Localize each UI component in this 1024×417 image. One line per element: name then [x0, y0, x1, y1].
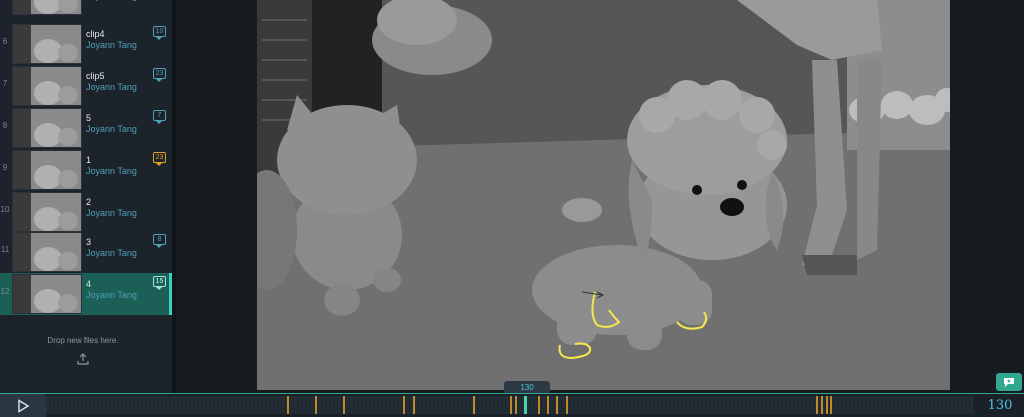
clip-number: 10 — [0, 205, 10, 214]
scene-render — [257, 0, 950, 390]
clip-number: 11 — [0, 245, 10, 254]
comment-count-badge[interactable]: 23 — [153, 68, 166, 82]
comment-count-badge[interactable]: 10 — [153, 26, 166, 40]
comment-marker[interactable] — [821, 396, 823, 414]
playhead[interactable] — [524, 396, 527, 414]
clip-author: Joyann Tang — [86, 208, 137, 218]
comment-marker[interactable] — [515, 396, 517, 414]
clip-thumbnail[interactable] — [12, 192, 82, 232]
clip-author: Joyann Tang — [86, 166, 137, 176]
clip-number: 9 — [2, 163, 8, 172]
play-button[interactable] — [0, 394, 46, 417]
clip-thumbnail[interactable] — [12, 108, 82, 148]
comment-marker[interactable] — [510, 396, 512, 414]
clip-item[interactable]: 7 clip5 Joyann Tang 23 — [0, 65, 172, 107]
comment-marker[interactable] — [473, 396, 475, 414]
clip-item[interactable]: 10 2 Joyann Tang — [0, 191, 172, 233]
upload-icon[interactable] — [77, 353, 89, 365]
timeline-scrubber[interactable] — [46, 396, 974, 414]
clip-author: Joyann Tang — [86, 40, 137, 50]
clip-author: Joyann Tang — [86, 248, 137, 258]
comment-plus-icon — [1004, 377, 1014, 387]
clip-thumbnail[interactable] — [12, 66, 82, 106]
comment-count-badge[interactable]: 8 — [153, 234, 166, 248]
clip-number: 6 — [2, 37, 8, 46]
clip-thumbnail[interactable] — [12, 274, 82, 314]
clip-author: Joyann Tang — [86, 290, 137, 300]
add-comment-button[interactable] — [996, 373, 1022, 391]
clip-thumbnail[interactable] — [12, 150, 82, 190]
frame-counter: 130 — [987, 398, 1013, 413]
clip-thumbnail[interactable] — [12, 0, 82, 15]
clip-thumbnail[interactable] — [12, 232, 82, 272]
comment-count-badge[interactable]: 7 — [153, 110, 166, 124]
clip-number: 7 — [2, 79, 8, 88]
comment-marker[interactable] — [403, 396, 405, 414]
playback-bar: 130 — [0, 393, 1024, 417]
comment-marker[interactable] — [547, 396, 549, 414]
comment-marker[interactable] — [816, 396, 818, 414]
comment-marker[interactable] — [287, 396, 289, 414]
clip-number: 8 — [2, 121, 8, 130]
comment-marker[interactable] — [315, 396, 317, 414]
clip-author: Joyann Tang — [86, 124, 137, 134]
clip-sidebar: Drop new files here. 5Joyann Tang6clip4J… — [0, 0, 172, 393]
clip-item[interactable]: 8 5 Joyann Tang 7 — [0, 107, 172, 149]
play-icon — [18, 398, 30, 413]
clip-title: 2 — [86, 197, 92, 207]
clip-title: 5 — [86, 113, 92, 123]
clip-author: Joyann Tang — [86, 82, 137, 92]
comment-marker[interactable] — [826, 396, 828, 414]
clip-title: 1 — [86, 155, 92, 165]
clip-thumbnail[interactable] — [12, 24, 82, 64]
clip-title: 4 — [86, 279, 92, 289]
clip-item[interactable]: 6 clip4 Joyann Tang 10 — [0, 23, 172, 65]
video-frame[interactable] — [257, 0, 950, 390]
comment-marker[interactable] — [556, 396, 558, 414]
clip-title: clip5 — [86, 71, 105, 81]
clip-author: Joyann Tang — [86, 0, 137, 1]
clip-item[interactable]: 9 1 Joyann Tang 23 — [0, 149, 172, 191]
drop-files-label: Drop new files here. — [47, 336, 119, 345]
comment-marker[interactable] — [343, 396, 345, 414]
comment-marker[interactable] — [566, 396, 568, 414]
comment-marker[interactable] — [413, 396, 415, 414]
clip-number: 12 — [0, 287, 10, 296]
clip-item[interactable]: 12 4 Joyann Tang 15 — [0, 273, 172, 315]
comment-count-badge[interactable]: 23 — [153, 152, 166, 166]
clip-item[interactable]: 11 3 Joyann Tang 8 — [0, 231, 172, 273]
clip-title: 3 — [86, 237, 92, 247]
review-app: Drop new files here. 5Joyann Tang6clip4J… — [0, 0, 1024, 417]
comment-count-badge[interactable]: 15 — [153, 276, 166, 290]
comment-marker[interactable] — [830, 396, 832, 414]
clip-title: clip4 — [86, 29, 105, 39]
clip-item[interactable]: 5Joyann Tang — [0, 0, 172, 16]
comment-marker[interactable] — [538, 396, 540, 414]
progress-line — [0, 393, 1024, 394]
